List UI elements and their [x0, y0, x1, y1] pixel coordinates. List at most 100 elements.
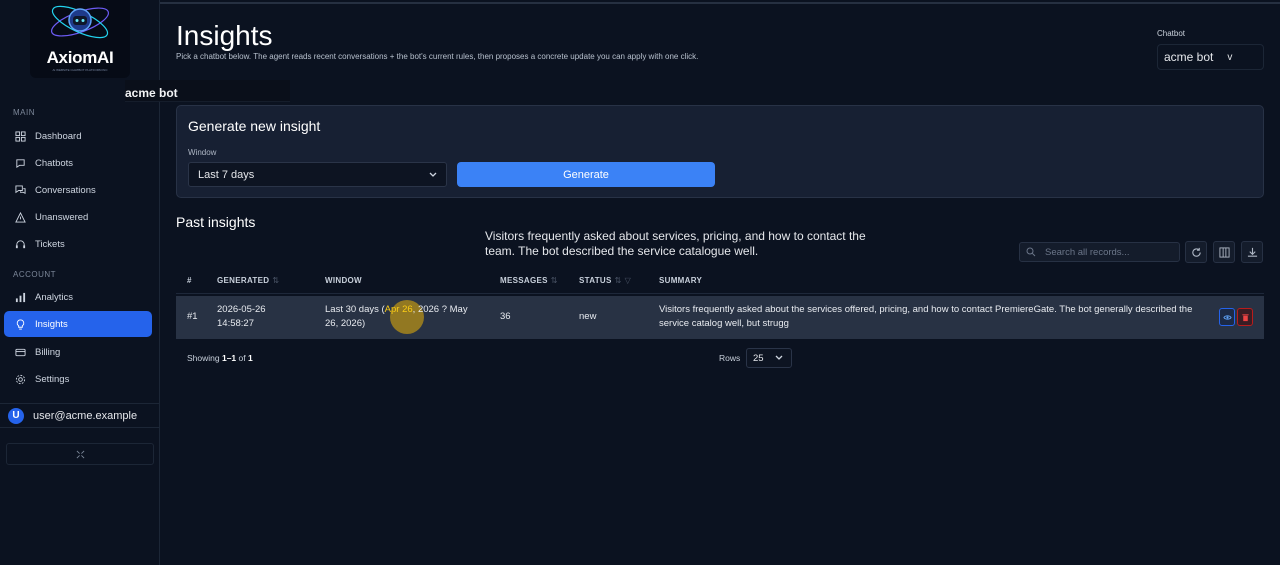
window-select[interactable]: Last 7 days: [188, 162, 447, 187]
user-menu[interactable]: U user@acme.example: [0, 403, 160, 428]
sidebar-item-unanswered[interactable]: Unanswered: [4, 204, 152, 230]
chevron-down-icon: [775, 355, 783, 360]
columns-icon: [1218, 246, 1230, 258]
sidebar-item-label: Analytics: [35, 291, 74, 303]
pagination-text: of: [236, 353, 248, 363]
pagination-range: 1–1: [221, 353, 237, 363]
avatar: U: [8, 407, 24, 424]
download-button[interactable]: [1241, 241, 1263, 263]
cell-summary: Visitors frequently asked about the serv…: [659, 304, 1193, 329]
logo[interactable]: AxiomAI AI WEBSITE CHATBOT PLATFORM INC: [30, 0, 130, 78]
past-insights-title: Past insights: [176, 214, 256, 230]
user-email: user@acme.example: [33, 409, 138, 422]
cell-generated-time: 14:58:27: [217, 318, 254, 329]
sidebar-item-label: Dashboard: [35, 130, 82, 142]
sidebar-item-insights[interactable]: Insights: [4, 311, 152, 337]
logo-text: AxiomAI: [46, 48, 114, 67]
card-icon: [15, 348, 26, 356]
pagination-summary: Showing 1–1 of 1: [187, 353, 253, 363]
section-main-label: MAIN: [13, 108, 35, 117]
lightbulb-icon: [16, 318, 25, 330]
column-header-generated[interactable]: GENERATED ⇅: [217, 276, 279, 285]
column-header-label: GENERATED: [217, 276, 270, 285]
column-header-messages[interactable]: MESSAGES ⇅: [500, 276, 558, 285]
page-title: Insights: [176, 20, 273, 51]
window-select-value: Last 7 days: [198, 168, 255, 181]
chatbot-label: Chatbot: [1157, 29, 1186, 38]
summary-tooltip: Visitors frequently asked about services…: [485, 229, 866, 258]
sidebar-item-label: Billing: [35, 346, 61, 358]
cell-generated: 2026-05-26 14:58:27: [217, 303, 266, 331]
filter-icon[interactable]: ▽: [625, 276, 631, 285]
column-header-label: MESSAGES: [500, 276, 548, 285]
table-header-divider: [176, 293, 1264, 294]
sort-icon: ⇅: [550, 276, 558, 285]
pagination-total: 1: [247, 353, 253, 363]
cell-num: #1: [187, 311, 198, 322]
sidebar-item-billing[interactable]: Billing: [4, 339, 152, 365]
sidebar-item-conversations[interactable]: Conversations: [4, 177, 152, 203]
eye-icon: [1222, 314, 1232, 320]
cell-window-text: 26, 2026): [325, 318, 366, 329]
columns-button[interactable]: [1213, 241, 1235, 263]
search-placeholder: Search all records...: [1045, 246, 1130, 258]
cell-generated-date: 2026-05-26: [217, 304, 266, 315]
search-icon: [1026, 247, 1036, 257]
sidebar-item-label: Settings: [35, 373, 70, 385]
cell-messages: 36: [500, 311, 511, 322]
view-button[interactable]: [1219, 308, 1235, 326]
collapse-sidebar-button[interactable]: [6, 443, 154, 465]
column-header-status[interactable]: STATUS ⇅ ▽: [579, 276, 631, 285]
sidebar-item-tickets[interactable]: Tickets: [4, 231, 152, 257]
column-header-label: STATUS: [579, 276, 612, 285]
section-account-label: ACCOUNT: [13, 270, 57, 279]
trash-icon: [1241, 313, 1249, 321]
gear-icon: [15, 374, 26, 384]
chat-bubble-icon: [16, 158, 25, 168]
refresh-button[interactable]: [1185, 241, 1207, 263]
sidebar-item-label: Insights: [35, 318, 68, 330]
sidebar-item-analytics[interactable]: Analytics: [4, 284, 152, 310]
cell-window-highlight: Apr 26: [384, 304, 413, 315]
sidebar-item-label: Unanswered: [35, 211, 89, 223]
sidebar-item-label: Conversations: [35, 184, 96, 196]
top-divider: [160, 2, 1280, 4]
generate-insight-card: Generate new insight Window Last 7 days …: [176, 105, 1264, 198]
cell-window: Last 30 days (Apr 26, 2026 ? May 26, 202…: [325, 303, 495, 331]
generate-button[interactable]: Generate: [457, 162, 715, 187]
sidebar-item-label: Tickets: [35, 238, 65, 250]
column-header-window: WINDOW: [325, 276, 362, 285]
download-icon: [1247, 247, 1257, 257]
cell-window-text: Last 30 days (: [325, 304, 385, 315]
page-description: Pick a chatbot below. The agent reads re…: [176, 52, 699, 61]
window-label: Window: [188, 148, 217, 157]
logo-mark-icon: [51, 5, 109, 39]
rows-per-page-select[interactable]: 25: [746, 348, 792, 368]
rows-select-value: 25: [753, 352, 764, 364]
pagination-text: Showing: [187, 353, 222, 363]
chevron-down-icon: [429, 172, 437, 177]
sidebar-item-settings[interactable]: Settings: [4, 366, 152, 392]
search-input[interactable]: Search all records...: [1019, 242, 1180, 262]
delete-button[interactable]: [1237, 308, 1253, 326]
conversations-icon: [15, 184, 26, 194]
rows-label: Rows: [719, 353, 741, 363]
sort-icon: ⇅: [272, 276, 280, 285]
grid-icon: [15, 130, 26, 142]
chatbot-select[interactable]: acme bot v: [1157, 44, 1264, 70]
cell-status: new: [579, 311, 597, 322]
warning-icon: [15, 211, 26, 223]
sort-icon: ⇅: [614, 276, 622, 285]
headset-icon: [15, 239, 26, 248]
column-header-num: #: [187, 276, 192, 285]
cell-window-text: , 2026 ? May: [412, 304, 468, 315]
sidebar-item-dashboard[interactable]: Dashboard: [4, 123, 152, 149]
sidebar-item-chatbots[interactable]: Chatbots: [4, 150, 152, 176]
current-bot-label: acme bot: [125, 80, 290, 102]
collapse-icon: [76, 450, 84, 458]
bar-chart-icon: [15, 292, 26, 302]
sidebar-item-label: Chatbots: [35, 157, 74, 169]
logo-subtext: AI WEBSITE CHATBOT PLATFORM INC: [52, 68, 108, 72]
refresh-icon: [1191, 247, 1201, 257]
chatbot-select-value: acme bot: [1164, 50, 1214, 64]
